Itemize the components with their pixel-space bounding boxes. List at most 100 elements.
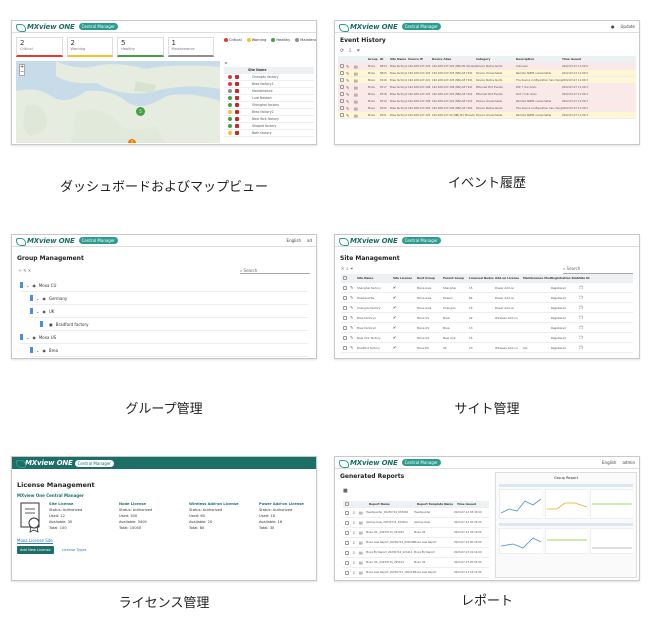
stat-card[interactable]: 1 Maintenance [167, 37, 214, 57]
download-icon[interactable]: ⇩ [352, 520, 359, 525]
tree-item[interactable]: ⌄ ◉ Germany [30, 292, 308, 305]
checkbox[interactable] [343, 325, 347, 330]
drag-handle-icon[interactable] [30, 295, 33, 301]
edit-icon[interactable]: ✎ [346, 92, 354, 97]
checkbox[interactable] [343, 285, 347, 290]
pdf-icon[interactable]: ▤ [359, 510, 366, 515]
table-row[interactable]: ✎ ▤ Moxa 8719 Brea factory1 192.168.127.228 19… [338, 98, 636, 105]
drag-handle-icon[interactable] [20, 334, 23, 340]
add-license-button[interactable]: Add New License [17, 546, 54, 554]
doc-icon[interactable]: ▤ [354, 64, 368, 69]
globe-icon[interactable]: ● [611, 24, 615, 29]
download-icon[interactable]: ⇩ [352, 530, 359, 535]
checkbox[interactable] [343, 305, 347, 310]
checkbox[interactable] [340, 113, 344, 117]
list-item[interactable]: New York factory [224, 116, 314, 123]
table-row[interactable]: ⇩ ▤ Moxa EU Report_20230714_221414 Moxa EU … [343, 548, 489, 558]
export-icon[interactable]: ⇩ [348, 48, 352, 56]
edit-icon[interactable]: ✎ [346, 106, 354, 111]
table-row[interactable]: ✎ ▤ Moxa 8815 Brea factory1 192.168.127.225 19… [338, 70, 636, 77]
table-row[interactable]: ✎ Bradford factory ✔ Moxa EU UK 23 Wireless Ad… [341, 343, 633, 353]
checkbox[interactable] [343, 295, 347, 300]
table-row[interactable]: ✎ ▤ Moxa 8718 Brea factory1 192.168.127.225 19… [338, 91, 636, 98]
checkbox[interactable] [340, 64, 344, 68]
edit-icon[interactable]: ✎ [350, 325, 357, 330]
language-selector[interactable]: English [602, 460, 616, 465]
user-menu[interactable]: ad [307, 238, 312, 243]
pdf-icon[interactable]: ▤ [359, 560, 366, 565]
list-item[interactable]: Bath factory [224, 130, 314, 137]
search-input[interactable]: Search [567, 266, 581, 271]
drag-handle-icon[interactable] [40, 321, 43, 327]
checkbox[interactable] [345, 530, 349, 535]
tree-item[interactable]: ⌄ ◉ UK [30, 305, 308, 318]
table-row[interactable]: ✎ ▤ Moxa 8717 Brea factory1 192.168.127.206 19… [338, 84, 636, 91]
language-selector[interactable]: English [287, 238, 301, 243]
table-row[interactable]: ⇩ ▤ Moxa Asia Report_20230714_001646 Moxa A… [343, 538, 489, 548]
select-all-checkbox[interactable] [343, 276, 347, 280]
copy-icon[interactable]: ❐ [579, 285, 589, 290]
stat-card[interactable]: 2 Warning [66, 37, 113, 57]
checkbox[interactable] [340, 71, 344, 75]
edit-icon[interactable]: ✎ [346, 99, 354, 104]
chevron-down-icon[interactable]: ⌄ [36, 348, 39, 353]
update-link[interactable]: Update [621, 24, 636, 29]
table-row[interactable]: ✎ Brea factory1 ✔ Moxa US Brea 22 Wireless Add… [341, 313, 633, 323]
table-row[interactable]: ⇩ ▤ Headquarter_20230714_033400 Headquarter… [343, 508, 489, 518]
checkbox[interactable] [340, 92, 344, 96]
checkbox[interactable] [343, 345, 347, 350]
pdf-icon[interactable]: ▤ [359, 540, 366, 545]
map-view[interactable]: + − 5 2 [16, 61, 220, 143]
checkbox[interactable] [345, 550, 349, 555]
drag-handle-icon[interactable] [30, 308, 33, 314]
filter-icon[interactable]: ⏷ [350, 266, 353, 271]
edit-icon[interactable]: ✎ [350, 305, 357, 310]
chevron-down-icon[interactable]: ⌄ [36, 309, 39, 314]
pdf-icon[interactable]: ▤ [359, 530, 366, 535]
table-row[interactable]: ✎ ▤ Moxa 8721 Brea factory1 192.168.127.222 19… [338, 112, 636, 119]
table-row[interactable]: ✎ Brea factory2 ✔ Moxa US Brea 13 Registered ❐ [341, 323, 633, 333]
chevron-down-icon[interactable]: ⌄ [36, 296, 39, 301]
copy-icon[interactable]: ❐ [579, 315, 589, 320]
edit-icon[interactable]: ✎ [346, 64, 354, 69]
edit-icon[interactable]: ✎ [350, 345, 357, 350]
download-icon[interactable]: ⇩ [352, 560, 359, 565]
checkbox[interactable] [340, 99, 344, 103]
checkbox[interactable] [345, 560, 349, 565]
download-icon[interactable]: ⇩ [352, 550, 359, 555]
checkbox[interactable] [340, 78, 344, 82]
filter-icon[interactable]: ⏷ [356, 48, 360, 56]
table-row[interactable]: ⇩ ▤ Gemsa-view_20230714_023404 Gemsa-view 20… [343, 518, 489, 528]
list-item[interactable]: Shaped factory [224, 123, 314, 130]
copy-icon[interactable]: ❐ [579, 345, 589, 350]
table-row[interactable]: ✎ New York factory ✔ Moxa US New York 15 Regis… [341, 333, 633, 343]
chevron-down-icon[interactable]: ⌄ [26, 283, 29, 288]
edit-icon[interactable]: ✎ [350, 315, 357, 320]
pdf-icon[interactable]: ▤ [359, 550, 366, 555]
refresh-icon[interactable]: ⟳ [340, 48, 344, 56]
table-row[interactable]: ⇩ ▤ Moxa US-_20230713_205419 Moxa US 2023-07… [343, 558, 489, 568]
table-row[interactable]: ✎ Chengdu factory ✔ Moxa Asia Chengdu 15 Power… [341, 303, 633, 313]
table-row[interactable]: ✎ Headquarter ✔ Moxa Asia Taiwan 84 Power Add-… [341, 293, 633, 303]
table-row[interactable]: ✎ ▤ Moxa 8116 Brea factory1 192.168.127.221 19… [338, 77, 636, 84]
doc-icon[interactable]: ▤ [354, 85, 368, 90]
doc-icon[interactable]: ▤ [354, 71, 368, 76]
doc-icon[interactable]: ▤ [354, 92, 368, 97]
checkbox[interactable] [345, 570, 349, 575]
zoom-control[interactable]: + − [19, 64, 25, 76]
download-icon[interactable]: ⇩ [352, 510, 359, 515]
pdf-icon[interactable]: ▤ [359, 520, 366, 525]
table-row[interactable]: ⇩ ▤ Moxa Asia Report_20230713_181212 Moxa A… [343, 568, 489, 578]
table-row[interactable]: ✎ Shanghai factory ✔ Moxa Asia Shanghai 15 Pow… [341, 283, 633, 293]
checkbox[interactable] [343, 315, 347, 320]
list-item[interactable]: Chengdu factory [224, 74, 314, 81]
download-icon[interactable]: ⇩ [346, 266, 349, 271]
stat-card[interactable]: 2 Critical [16, 37, 63, 57]
download-icon[interactable]: ⇩ [352, 540, 359, 545]
list-item[interactable]: Brea factory2 [224, 109, 314, 116]
checkbox[interactable] [340, 85, 344, 89]
doc-icon[interactable]: ▤ [354, 78, 368, 83]
edit-icon[interactable]: ✎ [350, 285, 357, 290]
checkbox[interactable] [345, 520, 349, 525]
select-all-checkbox[interactable] [345, 502, 349, 506]
